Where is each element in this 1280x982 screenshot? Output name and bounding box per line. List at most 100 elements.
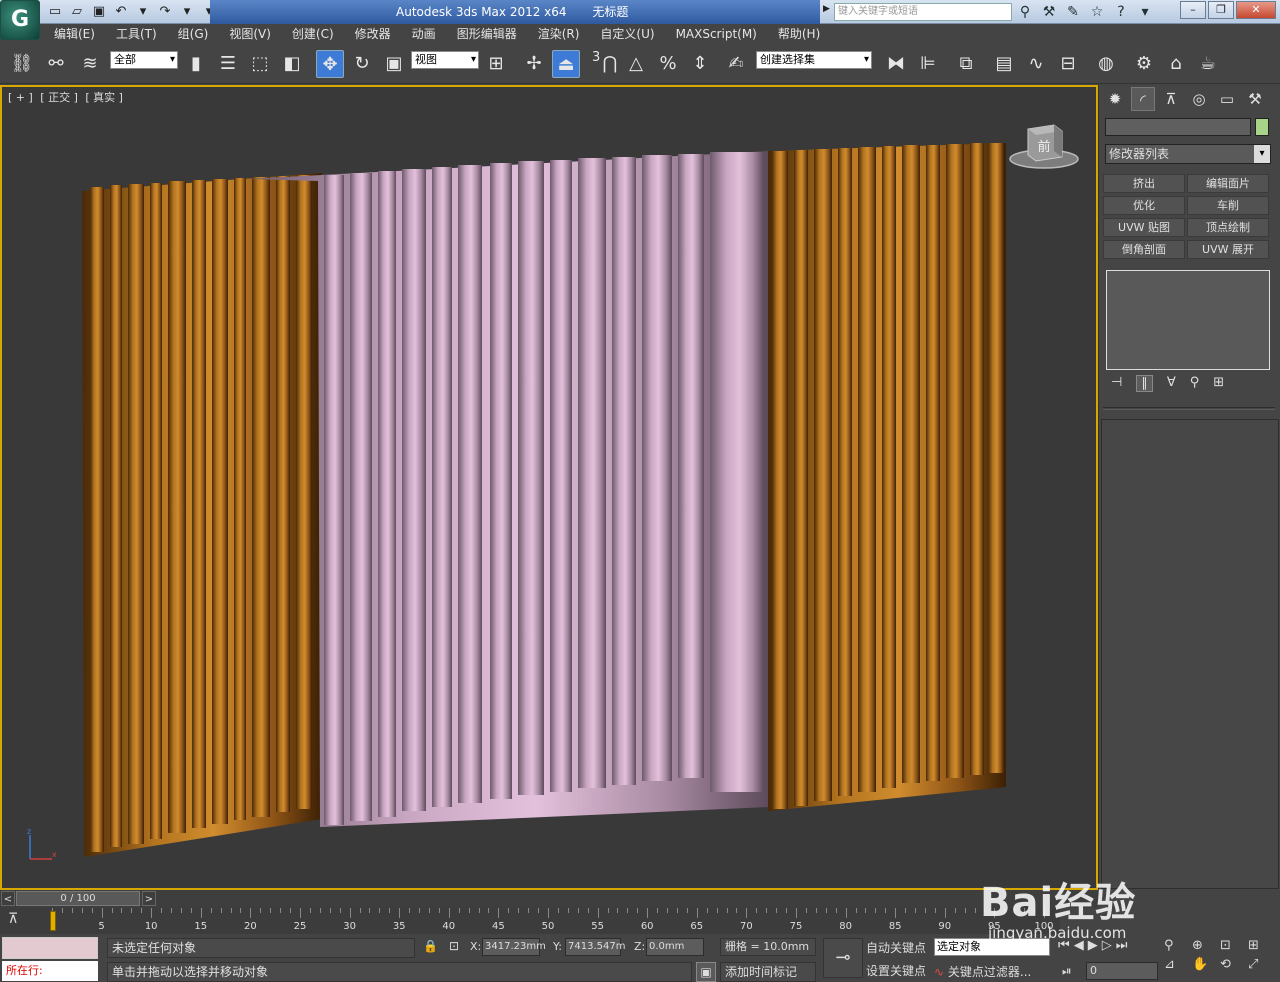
viewport-front[interactable]: [ + ] [ 正交 ] [ 真实 ] 前 z x xyxy=(0,85,1098,890)
time-slider[interactable]: < 0 / 100 > xyxy=(0,890,1098,908)
select-object-icon[interactable]: ▮ xyxy=(182,50,210,78)
spinner-snap-icon[interactable]: ⇕ xyxy=(686,50,714,78)
maximize-viewport-icon[interactable]: ⤢ xyxy=(1248,957,1272,972)
extrude-button[interactable]: 挤出 xyxy=(1103,174,1185,193)
menu-maxscript[interactable]: MAXScript(M) xyxy=(676,24,757,44)
edit-patch-button[interactable]: 编辑面片 xyxy=(1187,174,1269,193)
remove-modifier-icon[interactable]: ⚲ xyxy=(1190,375,1200,392)
communication-icon[interactable]: ✎ xyxy=(1064,3,1082,21)
select-and-move-icon[interactable]: ✥ xyxy=(316,50,344,78)
search-expand-icon[interactable]: ▶ xyxy=(823,4,830,14)
menu-animation[interactable]: 动画 xyxy=(412,24,436,44)
open-file-icon[interactable]: ▱ xyxy=(68,3,86,21)
maxscript-listener-mini[interactable]: 所在行: xyxy=(2,961,98,981)
frame-ruler[interactable]: 5 10 15 20 25 30 35 40 45 50 55 60 65 70 75 80 85 90 95 100 xyxy=(52,908,1054,934)
binoculars-icon[interactable]: ⚲ xyxy=(1016,3,1034,21)
pin-stack-icon[interactable]: ⊣ xyxy=(1111,375,1122,392)
set-key-button[interactable]: 设置关键点 xyxy=(866,961,930,981)
rectangular-selection-icon[interactable]: ⬚ xyxy=(246,50,274,78)
viewport-shading-label[interactable]: [ 真实 ] xyxy=(85,91,123,104)
redo-icon[interactable]: ↷ xyxy=(156,3,174,21)
optimize-button[interactable]: 优化 xyxy=(1103,196,1185,215)
menu-group[interactable]: 组(G) xyxy=(178,24,209,44)
save-icon[interactable]: ▣ xyxy=(90,3,108,21)
favorites-star-icon[interactable]: ☆ xyxy=(1088,3,1106,21)
object-color-swatch[interactable] xyxy=(1255,118,1269,136)
select-manipulate-icon[interactable]: ✢ xyxy=(520,50,548,78)
render-setup-icon[interactable]: ⚙ xyxy=(1130,50,1158,78)
lathe-button[interactable]: 车削 xyxy=(1187,196,1269,215)
vertex-paint-button[interactable]: 顶点绘制 xyxy=(1187,218,1269,237)
bind-space-warp-icon[interactable]: ≋ xyxy=(76,50,104,78)
help-icon[interactable]: ? xyxy=(1112,3,1130,21)
percent-snap-icon[interactable]: % xyxy=(654,50,682,78)
add-time-tag-button[interactable]: 添加时间标记 xyxy=(720,962,816,982)
bevel-profile-button[interactable]: 倒角剖面 xyxy=(1103,240,1185,259)
zoom-icon[interactable]: ⚲ xyxy=(1164,938,1188,953)
layer-manager-icon[interactable]: ⧉ xyxy=(952,50,980,78)
time-slider-thumb[interactable]: 0 / 100 xyxy=(16,891,140,906)
redo-dropdown-icon[interactable]: ▾ xyxy=(178,3,196,21)
show-end-result-icon[interactable]: ∥ xyxy=(1136,375,1153,392)
unwrap-uvw-button[interactable]: UVW 展开 xyxy=(1187,240,1269,259)
schematic-view-icon[interactable]: ⊟ xyxy=(1054,50,1082,78)
chevron-down-icon[interactable]: ▾ xyxy=(1254,145,1270,163)
selection-filter-dropdown[interactable]: 全部 xyxy=(110,51,178,69)
configure-sets-icon[interactable]: ⊞ xyxy=(1213,375,1224,392)
menu-create[interactable]: 创建(C) xyxy=(292,24,334,44)
new-file-icon[interactable]: ▭ xyxy=(46,3,64,21)
window-crossing-icon[interactable]: ◧ xyxy=(278,50,306,78)
search-input[interactable]: 键入关键字或短语 xyxy=(834,3,1012,21)
utilities-tab-icon[interactable]: ⚒ xyxy=(1243,87,1267,111)
viewport-menu-label[interactable]: [ + ] xyxy=(8,91,33,104)
maximize-button[interactable]: ❐ xyxy=(1208,1,1234,19)
close-button[interactable]: ✕ xyxy=(1236,1,1276,19)
parameters-rollout-area[interactable] xyxy=(1101,419,1279,889)
menu-modifiers[interactable]: 修改器 xyxy=(355,24,391,44)
undo-dropdown-icon[interactable]: ▾ xyxy=(134,3,152,21)
time-slider-prev-icon[interactable]: < xyxy=(1,891,15,906)
key-mode-toggle-icon[interactable]: ⏯ xyxy=(1062,964,1072,979)
edit-named-selection-icon[interactable]: ✍ xyxy=(722,50,750,78)
mini-curve-editor-icon[interactable]: ⊼ xyxy=(8,911,18,927)
key-filters-button[interactable]: ∿ 关键点过滤器... xyxy=(934,962,1050,982)
display-tab-icon[interactable]: ▭ xyxy=(1215,87,1239,111)
field-of-view-icon[interactable]: ⊿ xyxy=(1164,957,1188,972)
track-bar[interactable]: ⊼ 5 10 15 20 25 30 35 40 45 50 55 60 65 70 75 80 85 90 95 1… xyxy=(0,908,1060,934)
named-selection-dropdown[interactable]: 创建选择集 xyxy=(756,51,872,69)
motion-tab-icon[interactable]: ◎ xyxy=(1187,87,1211,111)
subscription-icon[interactable]: ⚒ xyxy=(1040,3,1058,21)
pivot-center-icon[interactable]: ⊞ xyxy=(482,50,510,78)
current-frame-field[interactable]: 0 xyxy=(1086,962,1158,980)
uvw-map-button[interactable]: UVW 贴图 xyxy=(1103,218,1185,237)
unlink-icon[interactable]: ⚯ xyxy=(42,50,70,78)
orbit-icon[interactable]: ⟲ xyxy=(1220,957,1244,972)
hierarchy-tab-icon[interactable]: ⊼ xyxy=(1159,87,1183,111)
object-name-field[interactable] xyxy=(1105,118,1251,136)
x-coordinate-field[interactable]: 3417.23mm xyxy=(482,938,546,956)
snaps-toggle-icon[interactable]: ⋂ xyxy=(596,50,624,78)
modifier-list-dropdown[interactable]: 修改器列表 ▾ xyxy=(1105,144,1271,164)
link-icon[interactable]: ⛓ xyxy=(8,50,36,78)
reference-coordinate-dropdown[interactable]: 视图 xyxy=(411,51,479,69)
modifier-stack[interactable] xyxy=(1106,270,1270,370)
select-and-scale-icon[interactable]: ▣ xyxy=(380,50,408,78)
menu-help[interactable]: 帮助(H) xyxy=(778,24,820,44)
curtain-model[interactable] xyxy=(80,127,1010,862)
y-coordinate-field[interactable]: 7413.547m xyxy=(565,938,625,956)
modify-tab-icon[interactable]: ◜ xyxy=(1131,87,1155,111)
menu-views[interactable]: 视图(V) xyxy=(229,24,271,44)
make-unique-icon[interactable]: ∀ xyxy=(1167,375,1176,392)
set-key-icon[interactable]: ⊸ xyxy=(823,938,863,978)
zoom-extents-all-icon[interactable]: ⊞ xyxy=(1248,938,1272,953)
menu-tools[interactable]: 工具(T) xyxy=(116,24,157,44)
menu-edit[interactable]: 编辑(E) xyxy=(54,24,95,44)
pan-view-icon[interactable]: ✋ xyxy=(1192,957,1216,972)
absolute-mode-icon[interactable]: ⊡ xyxy=(449,939,459,953)
viewport-view-label[interactable]: [ 正交 ] xyxy=(40,91,78,104)
time-slider-next-icon[interactable]: > xyxy=(142,891,156,906)
current-frame-marker[interactable] xyxy=(50,911,56,931)
time-tag-icon[interactable]: ▣ xyxy=(696,962,716,982)
select-and-rotate-icon[interactable]: ↻ xyxy=(348,50,376,78)
create-tab-icon[interactable]: ✹ xyxy=(1103,87,1127,111)
